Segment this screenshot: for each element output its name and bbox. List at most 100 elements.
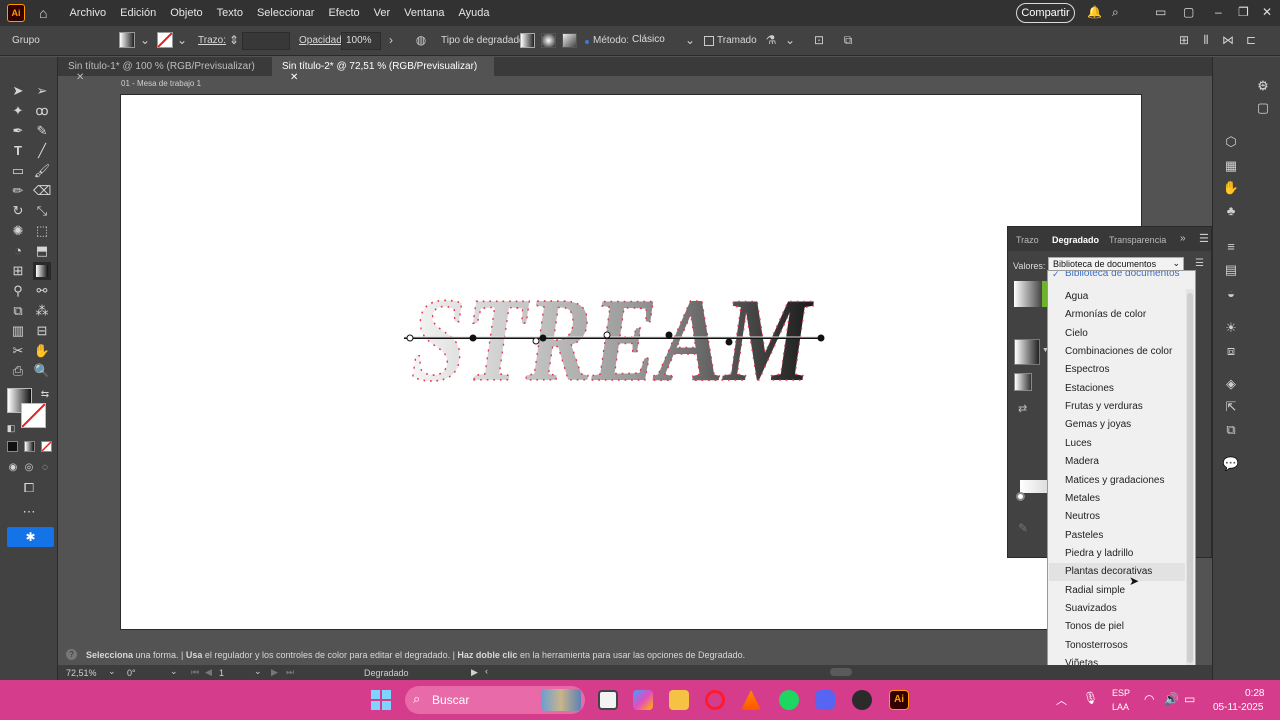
gradient-end-handle[interactable]: [817, 334, 825, 342]
swap-colors-icon[interactable]: ⇆: [36, 386, 54, 404]
lasso-icon[interactable]: ꝏ: [33, 102, 51, 120]
zoom-tool-icon[interactable]: 🔍: [33, 362, 51, 380]
warp-tool-icon[interactable]: ✺: [9, 222, 27, 240]
menu-item-library[interactable]: Suavizados: [1065, 603, 1117, 614]
menu-item-library[interactable]: Pasteles: [1065, 530, 1103, 541]
perspective-grid-icon[interactable]: ⬒: [33, 242, 51, 260]
shape-builder-icon[interactable]: ◔: [9, 242, 27, 260]
export-icon[interactable]: ⇱: [1222, 398, 1240, 416]
eyedropper-alt-icon[interactable]: ⚯: [33, 282, 51, 300]
menu-ventana[interactable]: Ventana: [404, 7, 444, 19]
gradient-preview-swatch[interactable]: [1014, 339, 1040, 365]
arrange-documents-icon[interactable]: ▭: [1155, 5, 1166, 19]
puppet-icon[interactable]: ✋: [1222, 179, 1240, 197]
gradient-slider[interactable]: [1020, 480, 1048, 493]
notifications-icon[interactable]: 🔔: [1087, 5, 1102, 19]
fill-swatch[interactable]: [119, 32, 135, 48]
menu-item-library[interactable]: Madera: [1065, 456, 1099, 467]
first-artboard-icon[interactable]: ⏮: [191, 667, 199, 678]
menu-item-library[interactable]: Cielo: [1065, 328, 1088, 339]
tab-document-1[interactable]: Sin título-1* @ 100 % (RGB/Previsualizar…: [58, 57, 272, 83]
menu-objeto[interactable]: Objeto: [170, 7, 202, 19]
symbol-sprayer-icon[interactable]: ⁂: [33, 302, 51, 320]
gradient-stop-handle[interactable]: [1016, 492, 1025, 501]
recolor-icon[interactable]: ◍: [413, 33, 429, 49]
menu-item-library[interactable]: Metales: [1065, 493, 1100, 504]
free-transform-icon[interactable]: ⬚: [33, 222, 51, 240]
pen-tool-icon[interactable]: ✒: [9, 122, 27, 140]
tab-gradient[interactable]: Degradado: [1052, 235, 1099, 245]
scroll-left-icon[interactable]: ‹: [485, 666, 488, 676]
stroke-color-swatch[interactable]: [21, 403, 46, 428]
artboard-number[interactable]: 1: [219, 668, 224, 678]
scrollbar-thumb[interactable]: [1187, 293, 1193, 663]
menu-item-library[interactable]: Piedra y ladrillo: [1065, 548, 1133, 559]
slice-tool-icon[interactable]: ✂: [9, 342, 27, 360]
selection-tool-icon[interactable]: ➤: [9, 82, 27, 100]
mesh-tool-icon[interactable]: ⊞: [9, 262, 27, 280]
artboard[interactable]: STREAM: [120, 94, 1142, 630]
copilot-icon[interactable]: [633, 690, 653, 710]
menu-item-library[interactable]: Estaciones: [1065, 383, 1114, 394]
default-colors-icon[interactable]: ◧: [2, 419, 20, 437]
chevron-down-icon[interactable]: ⌄: [254, 666, 262, 677]
pencil-icon[interactable]: ✏: [9, 182, 27, 200]
chevron-down-icon[interactable]: ⌄: [108, 666, 116, 677]
horizontal-scrollbar-thumb[interactable]: [830, 668, 852, 676]
dither-checkbox[interactable]: [704, 36, 714, 46]
close-icon[interactable]: ✕: [76, 72, 84, 83]
linear-gradient-button[interactable]: [520, 33, 535, 48]
document-icon[interactable]: ▢: [1254, 99, 1272, 117]
properties-icon[interactable]: ⬡: [1222, 133, 1240, 151]
distribute-icon[interactable]: ⫴: [1198, 33, 1214, 49]
arrange-icon[interactable]: ⧉: [840, 33, 856, 49]
menu-item-library[interactable]: Neutros: [1065, 511, 1100, 522]
opacity-field[interactable]: 100%: [341, 32, 381, 50]
illustrator-taskbar-icon[interactable]: Ai: [889, 690, 909, 710]
tab-transparency[interactable]: Transparencia: [1109, 235, 1166, 245]
battery-icon[interactable]: ▭: [1184, 692, 1195, 706]
chevron-down-icon[interactable]: ⌄: [782, 33, 798, 49]
more-options-icon[interactable]: ⊏: [1243, 33, 1259, 49]
menu-item-library[interactable]: Agua: [1065, 291, 1088, 302]
menu-item-library[interactable]: Luces: [1065, 438, 1092, 449]
expand-panel-icon[interactable]: »: [1180, 233, 1186, 244]
curvature-tool-icon[interactable]: ✎: [33, 122, 51, 140]
screen-mode-icon[interactable]: ⧠: [20, 479, 38, 497]
list-view-icon[interactable]: ☰: [1195, 258, 1204, 269]
wifi-icon[interactable]: ◠: [1144, 692, 1154, 706]
line-tool-icon[interactable]: ╱: [33, 142, 51, 160]
gradient-swatch[interactable]: [1014, 281, 1042, 307]
eraser-icon[interactable]: ⌫: [33, 182, 51, 200]
gradient-color-stop[interactable]: [603, 331, 611, 339]
eyedropper-icon[interactable]: ✎: [1018, 521, 1028, 535]
direct-selection-tool-icon[interactable]: ➢: [33, 82, 51, 100]
menu-item-library[interactable]: Tonos de piel: [1065, 621, 1124, 632]
tab-stroke[interactable]: Trazo: [1016, 235, 1039, 245]
chevron-right-icon[interactable]: ›: [383, 33, 399, 49]
menu-ayuda[interactable]: Ayuda: [459, 7, 490, 19]
gradient-color-stop[interactable]: [532, 337, 540, 345]
scale-tool-icon[interactable]: ⤡: [33, 202, 51, 220]
volume-icon[interactable]: 🔊: [1164, 692, 1179, 706]
layers-icon[interactable]: ◈: [1222, 375, 1240, 393]
share-button[interactable]: Compartir: [1016, 3, 1075, 23]
align-icon[interactable]: ⊞: [1176, 33, 1192, 49]
rotate-tool-icon[interactable]: ↻: [9, 202, 27, 220]
reverse-gradient-icon[interactable]: ⇄: [1018, 402, 1027, 415]
sliders-icon[interactable]: ⚙: [1254, 77, 1272, 95]
rectangle-tool-icon[interactable]: ▭: [9, 162, 27, 180]
freeform-gradient-button[interactable]: [562, 33, 577, 48]
task-view-icon[interactable]: [598, 690, 618, 710]
color-mode-icon[interactable]: [7, 441, 18, 452]
artboard-tool-icon[interactable]: ⊟: [33, 322, 51, 340]
gradient-mode-icon[interactable]: [24, 441, 35, 452]
last-artboard-icon[interactable]: ⏭: [286, 667, 294, 678]
transform-panel-icon[interactable]: ⋈: [1220, 33, 1236, 49]
gradient-color-stop[interactable]: [539, 334, 547, 342]
gradient-panel-icon[interactable]: ▤: [1222, 261, 1240, 279]
menu-efecto[interactable]: Efecto: [328, 7, 359, 19]
gradient-color-stop[interactable]: [469, 334, 477, 342]
opera-icon[interactable]: [705, 690, 725, 710]
menu-item-library[interactable]: Frutas y verduras: [1065, 401, 1143, 412]
